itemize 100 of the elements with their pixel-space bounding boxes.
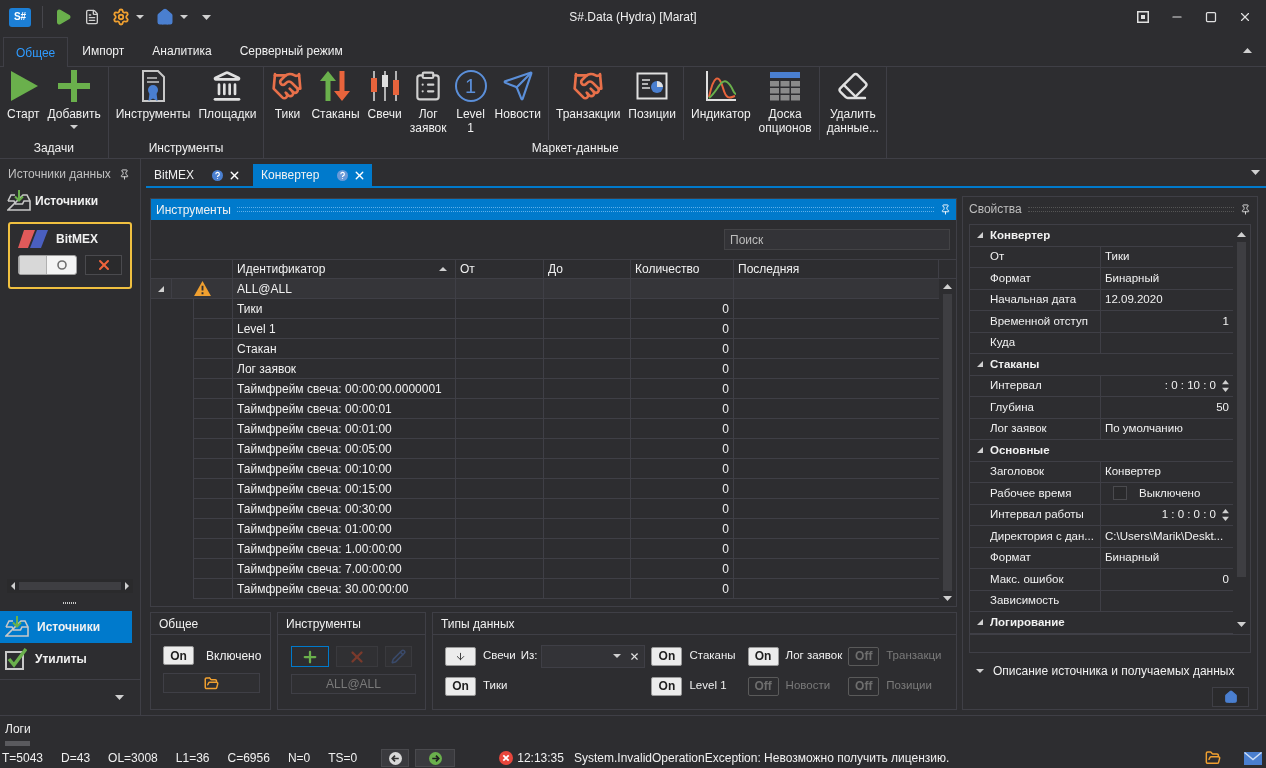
toggle-button[interactable]: On xyxy=(445,676,476,696)
source-card[interactable]: BitMEX xyxy=(8,222,132,289)
back-button[interactable] xyxy=(381,749,410,767)
download-button[interactable] xyxy=(445,646,476,666)
scroll-left-icon[interactable] xyxy=(11,582,15,590)
document-tab[interactable]: BitMEX xyxy=(146,164,247,186)
expander-icon[interactable] xyxy=(977,619,983,626)
caret-icon[interactable] xyxy=(70,125,79,129)
panel-title: Инструменты xyxy=(156,201,231,219)
candles-label: Свечи xyxy=(483,648,516,664)
group-title: Типы данных xyxy=(441,615,515,633)
scroll-down-icon[interactable] xyxy=(1237,621,1246,627)
expander-icon[interactable] xyxy=(977,232,983,239)
column-header[interactable]: Идентификатор xyxy=(233,260,456,278)
close-icon[interactable] xyxy=(1238,10,1252,24)
property-name: Формат xyxy=(990,270,1031,286)
eraser-icon xyxy=(836,70,869,102)
play-icon[interactable] xyxy=(54,8,72,26)
restore-layout-icon[interactable] xyxy=(1137,11,1149,23)
property-name: Зависимость xyxy=(990,593,1060,609)
group-title: Общее xyxy=(159,615,199,633)
ribbon-tab[interactable]: Общее xyxy=(3,37,69,67)
pin-icon[interactable] xyxy=(1240,203,1251,215)
ribbon-button[interactable]: Тики xyxy=(267,70,308,141)
ribbon-tab[interactable]: Серверный режим xyxy=(225,36,357,66)
property-name: Макс. ошибок xyxy=(990,571,1064,587)
ribbon-button[interactable]: Добавить xyxy=(43,70,105,141)
search-field[interactable]: Поиск xyxy=(724,229,950,250)
caret-icon[interactable] xyxy=(180,15,188,19)
expander-icon[interactable] xyxy=(977,361,983,368)
help-button[interactable] xyxy=(1212,686,1249,707)
ribbon-button[interactable]: Свечи xyxy=(363,70,406,141)
document-icon[interactable] xyxy=(84,8,100,26)
ribbon-button[interactable]: Индикатор xyxy=(687,70,755,141)
toggle-button[interactable]: On xyxy=(651,676,683,696)
caret-icon[interactable] xyxy=(976,668,984,673)
ribbon-button[interactable]: Инструменты xyxy=(111,70,195,141)
property-name: Директория с дан... xyxy=(990,528,1094,544)
ribbon-button[interactable]: Удалить данные... xyxy=(822,70,883,141)
caret-icon[interactable] xyxy=(115,695,124,700)
scroll-up-icon[interactable] xyxy=(943,284,952,289)
property-value: : 0 : 10 : 0 xyxy=(1164,378,1216,394)
ribbon-button[interactable]: Позиции xyxy=(624,70,680,141)
ribbon-button[interactable]: Старт xyxy=(3,70,44,141)
expander-icon[interactable] xyxy=(977,447,983,454)
ribbon-tab[interactable]: Импорт xyxy=(68,36,139,66)
collapse-ribbon-icon[interactable] xyxy=(1243,47,1252,53)
add-button[interactable] xyxy=(291,646,330,667)
ribbon-button[interactable]: Площадки xyxy=(194,70,261,141)
column-header[interactable]: Последняя xyxy=(734,260,939,278)
pin-icon[interactable] xyxy=(940,204,951,215)
resize-handle[interactable] xyxy=(5,741,30,746)
ribbon-button[interactable]: Стаканы xyxy=(307,70,364,141)
handshake-icon xyxy=(271,70,304,102)
spinner-icon[interactable] xyxy=(1222,508,1229,521)
toggle-button[interactable]: On xyxy=(747,646,779,666)
scroll-up-icon[interactable] xyxy=(1237,232,1246,237)
ribbon-button[interactable]: Лог заявок xyxy=(405,70,451,141)
table-cell: 0 xyxy=(631,359,734,379)
maximize-icon[interactable] xyxy=(1205,11,1217,23)
clear-icon[interactable] xyxy=(629,650,641,662)
toggle-button[interactable]: On xyxy=(651,646,683,666)
spinner-icon[interactable] xyxy=(1222,379,1229,392)
property-name: Формат xyxy=(990,550,1031,566)
settings-icon[interactable] xyxy=(112,8,130,26)
toggle-switch[interactable] xyxy=(18,255,77,275)
table-cell: Таймфрейм свеча: 00:15:00 xyxy=(233,479,456,499)
ribbon-tab[interactable]: Аналитика xyxy=(138,36,226,66)
ribbon-button[interactable]: 1 Level 1 xyxy=(450,70,491,141)
table-cell: 0 xyxy=(631,379,734,399)
ribbon-button[interactable]: Новости xyxy=(490,70,545,141)
category-heading: Конвертер xyxy=(990,227,1051,243)
ribbon-button[interactable]: Доска опционов xyxy=(754,70,816,141)
open-folder-button[interactable] xyxy=(163,673,260,693)
scroll-down-icon[interactable] xyxy=(943,596,952,601)
table-cell: 0 xyxy=(631,299,734,319)
column-header[interactable]: До xyxy=(544,260,631,278)
forward-button[interactable] xyxy=(415,749,456,767)
caret-icon[interactable] xyxy=(1251,170,1260,175)
sidebar-nav-item[interactable]: Источники xyxy=(0,611,132,643)
column-header[interactable]: Количество xyxy=(631,260,734,278)
toggle-label: Лог заявок xyxy=(785,648,843,664)
horizontal-scrollbar[interactable] xyxy=(7,579,133,593)
envelope-icon[interactable] xyxy=(1244,751,1262,765)
customize-caret-icon[interactable] xyxy=(202,14,211,20)
checkbox[interactable] xyxy=(1113,486,1127,501)
ribbon-button[interactable]: Транзакции xyxy=(552,70,625,141)
caret-icon[interactable] xyxy=(136,15,144,19)
sidebar-nav-item[interactable]: Утилиты xyxy=(0,643,132,675)
scroll-right-icon[interactable] xyxy=(125,582,129,590)
house-icon[interactable] xyxy=(156,8,174,26)
pin-icon[interactable] xyxy=(119,168,130,180)
toggle-button[interactable]: On xyxy=(163,646,194,665)
candlestick-icon xyxy=(368,70,401,102)
folder-icon[interactable] xyxy=(1204,750,1222,766)
document-tab[interactable]: Конвертер xyxy=(253,164,373,186)
expander-icon[interactable] xyxy=(158,285,164,292)
column-header[interactable]: От xyxy=(456,260,544,278)
help-icon xyxy=(212,169,223,181)
delete-button[interactable] xyxy=(85,255,122,275)
